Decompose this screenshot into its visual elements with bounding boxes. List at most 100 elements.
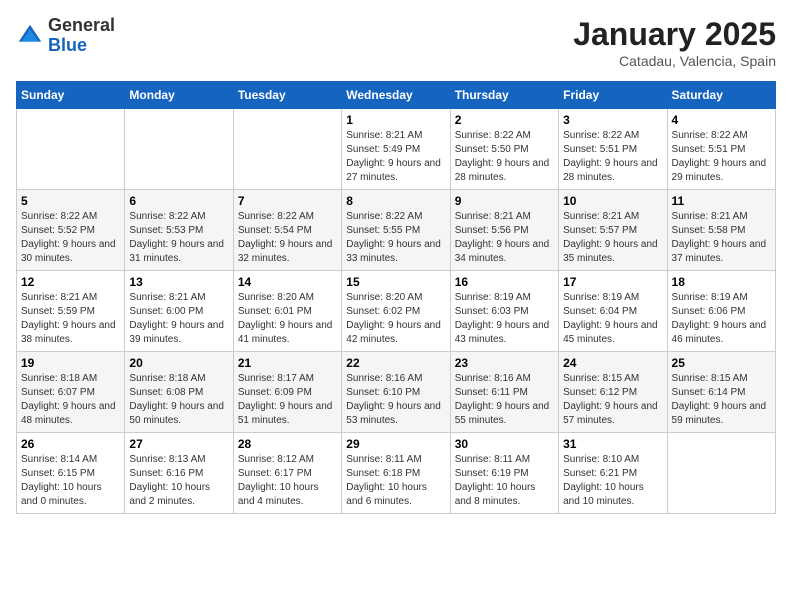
day-number: 18 bbox=[672, 275, 771, 289]
day-info: Sunrise: 8:22 AM Sunset: 5:51 PM Dayligh… bbox=[672, 129, 771, 185]
day-number: 22 bbox=[346, 356, 445, 370]
day-info: Sunrise: 8:19 AM Sunset: 6:03 PM Dayligh… bbox=[455, 291, 554, 347]
weekday-header-tuesday: Tuesday bbox=[233, 82, 341, 109]
logo-general-text: General bbox=[48, 16, 115, 36]
day-number: 6 bbox=[129, 194, 228, 208]
weekday-header-saturday: Saturday bbox=[667, 82, 775, 109]
day-info: Sunrise: 8:17 AM Sunset: 6:09 PM Dayligh… bbox=[238, 372, 337, 428]
calendar-day-6: 6 Sunrise: 8:22 AM Sunset: 5:53 PM Daylig… bbox=[125, 190, 233, 271]
calendar-empty bbox=[17, 109, 125, 190]
day-number: 4 bbox=[672, 113, 771, 127]
calendar-week-4: 19 Sunrise: 8:18 AM Sunset: 6:07 PM Dayli… bbox=[17, 352, 776, 433]
calendar-day-11: 11 Sunrise: 8:21 AM Sunset: 5:58 PM Dayli… bbox=[667, 190, 775, 271]
day-number: 12 bbox=[21, 275, 120, 289]
logo: General Blue bbox=[16, 16, 115, 56]
calendar-day-27: 27Sunrise: 8:13 AM Sunset: 6:16 PM Dayli… bbox=[125, 433, 233, 514]
day-info: Sunrise: 8:22 AM Sunset: 5:55 PM Dayligh… bbox=[346, 210, 445, 266]
day-number: 28 bbox=[238, 437, 337, 451]
calendar-empty bbox=[667, 433, 775, 514]
calendar-day-17: 17 Sunrise: 8:19 AM Sunset: 6:04 PM Dayli… bbox=[559, 271, 667, 352]
calendar-day-1: 1Sunrise: 8:21 AM Sunset: 5:49 PM Daylig… bbox=[342, 109, 450, 190]
day-number: 27 bbox=[129, 437, 228, 451]
day-number: 25 bbox=[672, 356, 771, 370]
day-info: Sunrise: 8:22 AM Sunset: 5:54 PM Dayligh… bbox=[238, 210, 337, 266]
day-info: Sunrise: 8:18 AM Sunset: 6:07 PM Dayligh… bbox=[21, 372, 120, 428]
day-info: Sunrise: 8:14 AM Sunset: 6:15 PM Dayligh… bbox=[21, 453, 120, 509]
day-info: Sunrise: 8:22 AM Sunset: 5:52 PM Dayligh… bbox=[21, 210, 120, 266]
day-number: 15 bbox=[346, 275, 445, 289]
calendar-table: SundayMondayTuesdayWednesdayThursdayFrid… bbox=[16, 81, 776, 514]
location: Catadau, Valencia, Spain bbox=[573, 53, 776, 69]
calendar-week-2: 5 Sunrise: 8:22 AM Sunset: 5:52 PM Daylig… bbox=[17, 190, 776, 271]
calendar-body: 1Sunrise: 8:21 AM Sunset: 5:49 PM Daylig… bbox=[17, 109, 776, 514]
calendar-week-1: 1Sunrise: 8:21 AM Sunset: 5:49 PM Daylig… bbox=[17, 109, 776, 190]
day-info: Sunrise: 8:22 AM Sunset: 5:50 PM Dayligh… bbox=[455, 129, 554, 185]
day-number: 30 bbox=[455, 437, 554, 451]
calendar-day-25: 25 Sunrise: 8:15 AM Sunset: 6:14 PM Dayli… bbox=[667, 352, 775, 433]
day-number: 16 bbox=[455, 275, 554, 289]
weekday-header-sunday: Sunday bbox=[17, 82, 125, 109]
day-number: 21 bbox=[238, 356, 337, 370]
calendar-day-12: 12 Sunrise: 8:21 AM Sunset: 5:59 PM Dayli… bbox=[17, 271, 125, 352]
day-info: Sunrise: 8:20 AM Sunset: 6:02 PM Dayligh… bbox=[346, 291, 445, 347]
day-number: 14 bbox=[238, 275, 337, 289]
calendar-day-5: 5 Sunrise: 8:22 AM Sunset: 5:52 PM Daylig… bbox=[17, 190, 125, 271]
calendar-day-10: 10Sunrise: 8:21 AM Sunset: 5:57 PM Dayli… bbox=[559, 190, 667, 271]
day-info: Sunrise: 8:21 AM Sunset: 5:58 PM Dayligh… bbox=[672, 210, 771, 266]
weekday-header-thursday: Thursday bbox=[450, 82, 558, 109]
weekday-row: SundayMondayTuesdayWednesdayThursdayFrid… bbox=[17, 82, 776, 109]
day-number: 5 bbox=[21, 194, 120, 208]
month-title: January 2025 bbox=[573, 16, 776, 53]
day-info: Sunrise: 8:11 AM Sunset: 6:19 PM Dayligh… bbox=[455, 453, 554, 509]
title-block: January 2025 Catadau, Valencia, Spain bbox=[573, 16, 776, 69]
day-info: Sunrise: 8:10 AM Sunset: 6:21 PM Dayligh… bbox=[563, 453, 662, 509]
day-number: 3 bbox=[563, 113, 662, 127]
day-number: 23 bbox=[455, 356, 554, 370]
day-number: 17 bbox=[563, 275, 662, 289]
calendar-day-31: 31Sunrise: 8:10 AM Sunset: 6:21 PM Dayli… bbox=[559, 433, 667, 514]
day-info: Sunrise: 8:21 AM Sunset: 6:00 PM Dayligh… bbox=[129, 291, 228, 347]
day-info: Sunrise: 8:22 AM Sunset: 5:53 PM Dayligh… bbox=[129, 210, 228, 266]
day-info: Sunrise: 8:21 AM Sunset: 5:59 PM Dayligh… bbox=[21, 291, 120, 347]
day-number: 20 bbox=[129, 356, 228, 370]
day-number: 13 bbox=[129, 275, 228, 289]
day-info: Sunrise: 8:15 AM Sunset: 6:14 PM Dayligh… bbox=[672, 372, 771, 428]
day-number: 29 bbox=[346, 437, 445, 451]
day-number: 2 bbox=[455, 113, 554, 127]
day-info: Sunrise: 8:19 AM Sunset: 6:04 PM Dayligh… bbox=[563, 291, 662, 347]
calendar-day-14: 14 Sunrise: 8:20 AM Sunset: 6:01 PM Dayli… bbox=[233, 271, 341, 352]
calendar-day-30: 30 Sunrise: 8:11 AM Sunset: 6:19 PM Dayli… bbox=[450, 433, 558, 514]
page-header: General Blue January 2025 Catadau, Valen… bbox=[16, 16, 776, 69]
calendar-day-20: 20Sunrise: 8:18 AM Sunset: 6:08 PM Dayli… bbox=[125, 352, 233, 433]
logo-text: General Blue bbox=[48, 16, 115, 56]
day-info: Sunrise: 8:20 AM Sunset: 6:01 PM Dayligh… bbox=[238, 291, 337, 347]
calendar-empty bbox=[233, 109, 341, 190]
logo-blue-text: Blue bbox=[48, 36, 115, 56]
day-number: 10 bbox=[563, 194, 662, 208]
calendar-day-8: 8 Sunrise: 8:22 AM Sunset: 5:55 PM Daylig… bbox=[342, 190, 450, 271]
calendar-header: SundayMondayTuesdayWednesdayThursdayFrid… bbox=[17, 82, 776, 109]
day-number: 19 bbox=[21, 356, 120, 370]
day-number: 7 bbox=[238, 194, 337, 208]
calendar-day-23: 23Sunrise: 8:16 AM Sunset: 6:11 PM Dayli… bbox=[450, 352, 558, 433]
day-number: 1 bbox=[346, 113, 445, 127]
calendar-day-2: 2 Sunrise: 8:22 AM Sunset: 5:50 PM Daylig… bbox=[450, 109, 558, 190]
day-info: Sunrise: 8:16 AM Sunset: 6:10 PM Dayligh… bbox=[346, 372, 445, 428]
day-info: Sunrise: 8:12 AM Sunset: 6:17 PM Dayligh… bbox=[238, 453, 337, 509]
day-number: 9 bbox=[455, 194, 554, 208]
calendar-week-5: 26Sunrise: 8:14 AM Sunset: 6:15 PM Dayli… bbox=[17, 433, 776, 514]
day-number: 11 bbox=[672, 194, 771, 208]
calendar-day-19: 19 Sunrise: 8:18 AM Sunset: 6:07 PM Dayli… bbox=[17, 352, 125, 433]
calendar-day-24: 24Sunrise: 8:15 AM Sunset: 6:12 PM Dayli… bbox=[559, 352, 667, 433]
calendar-empty bbox=[125, 109, 233, 190]
calendar-day-13: 13 Sunrise: 8:21 AM Sunset: 6:00 PM Dayli… bbox=[125, 271, 233, 352]
day-info: Sunrise: 8:22 AM Sunset: 5:51 PM Dayligh… bbox=[563, 129, 662, 185]
day-info: Sunrise: 8:21 AM Sunset: 5:56 PM Dayligh… bbox=[455, 210, 554, 266]
calendar-day-3: 3 Sunrise: 8:22 AM Sunset: 5:51 PM Daylig… bbox=[559, 109, 667, 190]
calendar-day-15: 15 Sunrise: 8:20 AM Sunset: 6:02 PM Dayli… bbox=[342, 271, 450, 352]
weekday-header-wednesday: Wednesday bbox=[342, 82, 450, 109]
weekday-header-friday: Friday bbox=[559, 82, 667, 109]
calendar-day-21: 21 Sunrise: 8:17 AM Sunset: 6:09 PM Dayli… bbox=[233, 352, 341, 433]
day-number: 8 bbox=[346, 194, 445, 208]
day-number: 24 bbox=[563, 356, 662, 370]
